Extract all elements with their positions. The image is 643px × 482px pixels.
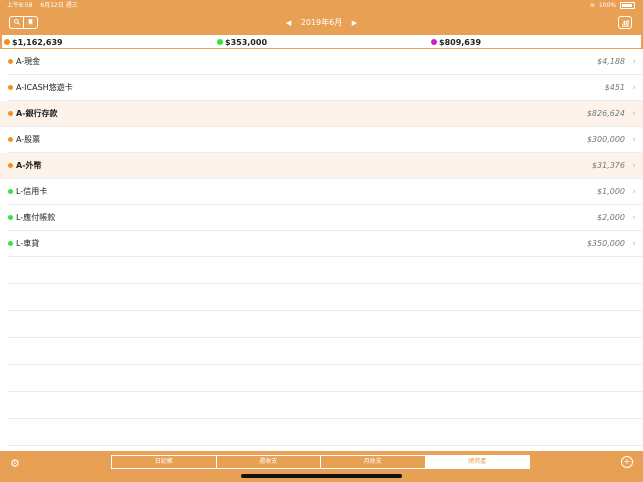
status-bar: 上午8:58 6月12日 週三 ≋ 100%: [0, 0, 643, 11]
account-dot: [8, 189, 13, 194]
chevron-right-icon: ›: [632, 239, 636, 249]
empty-row: [8, 338, 643, 365]
empty-row: [8, 284, 643, 311]
chart-button[interactable]: [618, 16, 632, 29]
account-row[interactable]: L-車貸 $350,000 ›: [8, 231, 643, 257]
wifi-icon: ≋: [589, 2, 595, 9]
account-row[interactable]: A-股票 $300,000 ›: [8, 127, 643, 153]
summary-net: $809,639: [431, 35, 481, 49]
chevron-right-icon: ›: [632, 83, 636, 93]
chevron-right-icon: ›: [632, 213, 636, 223]
account-row[interactable]: A-銀行存款 $826,624 ›: [0, 101, 643, 127]
battery-icon: [620, 2, 635, 9]
status-date: 6月12日 週三: [40, 2, 78, 9]
status-right: ≋ 100%: [590, 0, 635, 11]
account-name: L-信用卡: [16, 187, 48, 196]
home-indicator: [241, 474, 402, 478]
total-value: $1,162,639: [12, 37, 63, 47]
account-list: A-現金 $4,188 › A-ICASH悠遊卡 $451 › A-銀行存款 $826,624…: [0, 49, 643, 446]
empty-row: [8, 311, 643, 338]
account-amount: $451: [604, 83, 625, 92]
tab-3[interactable]: 總資產: [425, 456, 529, 468]
view-segmented-control: 日記帳 週收支 月收支 總資產: [111, 455, 530, 469]
battery-percent: 100%: [598, 2, 616, 9]
account-amount: $826,624: [586, 109, 625, 118]
empty-row: [8, 419, 643, 446]
empty-row: [8, 257, 643, 284]
account-amount: $1,000: [597, 187, 625, 196]
chevron-right-icon: ›: [632, 161, 636, 171]
nav-bar: ◀ 2019年6月 ▶: [0, 11, 643, 35]
account-name: A-ICASH悠遊卡: [16, 83, 73, 92]
account-name: L-車貸: [16, 239, 40, 248]
gear-icon[interactable]: ⚙: [10, 457, 20, 470]
account-name: A-現金: [16, 57, 41, 66]
account-amount: $300,000: [586, 135, 625, 144]
add-icon[interactable]: +: [621, 456, 633, 468]
chevron-right-icon: ›: [632, 109, 636, 119]
net-value: $809,639: [439, 37, 482, 47]
net-dot: [431, 39, 437, 45]
prev-month-icon[interactable]: ◀: [286, 19, 291, 27]
summary-total: $1,162,639: [4, 35, 63, 49]
chart-icon: [621, 19, 629, 27]
account-dot: [8, 241, 13, 246]
status-time-date: 上午8:58 6月12日 週三: [7, 0, 78, 11]
account-row[interactable]: A-外幣 $31,376 ›: [0, 153, 643, 179]
account-row[interactable]: A-現金 $4,188 ›: [8, 49, 643, 75]
account-row[interactable]: L-信用卡 $1,000 ›: [8, 179, 643, 205]
empty-row: [8, 392, 643, 419]
account-dot: [8, 215, 13, 220]
liability-value: $353,000: [225, 37, 268, 47]
account-amount: $4,188: [597, 57, 625, 66]
account-dot: [8, 137, 13, 142]
account-name: A-銀行存款: [16, 109, 58, 118]
tab-2[interactable]: 月收支: [321, 456, 426, 468]
summary-bar: $1,162,639 $353,000 $809,639: [0, 35, 643, 49]
account-amount: $350,000: [586, 239, 625, 248]
liability-dot: [217, 39, 223, 45]
account-row[interactable]: L-應付帳款 $2,000 ›: [8, 205, 643, 231]
empty-row: [8, 365, 643, 392]
page-title: 2019年6月: [300, 18, 343, 27]
account-name: L-應付帳款: [16, 213, 56, 222]
chevron-right-icon: ›: [632, 187, 636, 197]
account-row[interactable]: A-ICASH悠遊卡 $451 ›: [8, 75, 643, 101]
tab-1[interactable]: 週收支: [217, 456, 321, 468]
account-amount: $2,000: [597, 213, 625, 222]
account-dot: [8, 111, 13, 116]
account-dot: [8, 59, 13, 64]
tab-0[interactable]: 日記帳: [112, 456, 217, 468]
status-time: 上午8:58: [7, 2, 33, 9]
month-selector: ◀ 2019年6月 ▶: [0, 11, 643, 35]
account-amount: $31,376: [591, 161, 625, 170]
summary-liability: $353,000: [217, 35, 267, 49]
chevron-right-icon: ›: [632, 135, 636, 145]
account-name: A-外幣: [16, 161, 42, 170]
total-dot: [4, 39, 10, 45]
account-name: A-股票: [16, 135, 41, 144]
next-month-icon[interactable]: ▶: [352, 19, 357, 27]
chevron-right-icon: ›: [632, 57, 636, 67]
account-dot: [8, 163, 13, 168]
account-dot: [8, 85, 13, 90]
